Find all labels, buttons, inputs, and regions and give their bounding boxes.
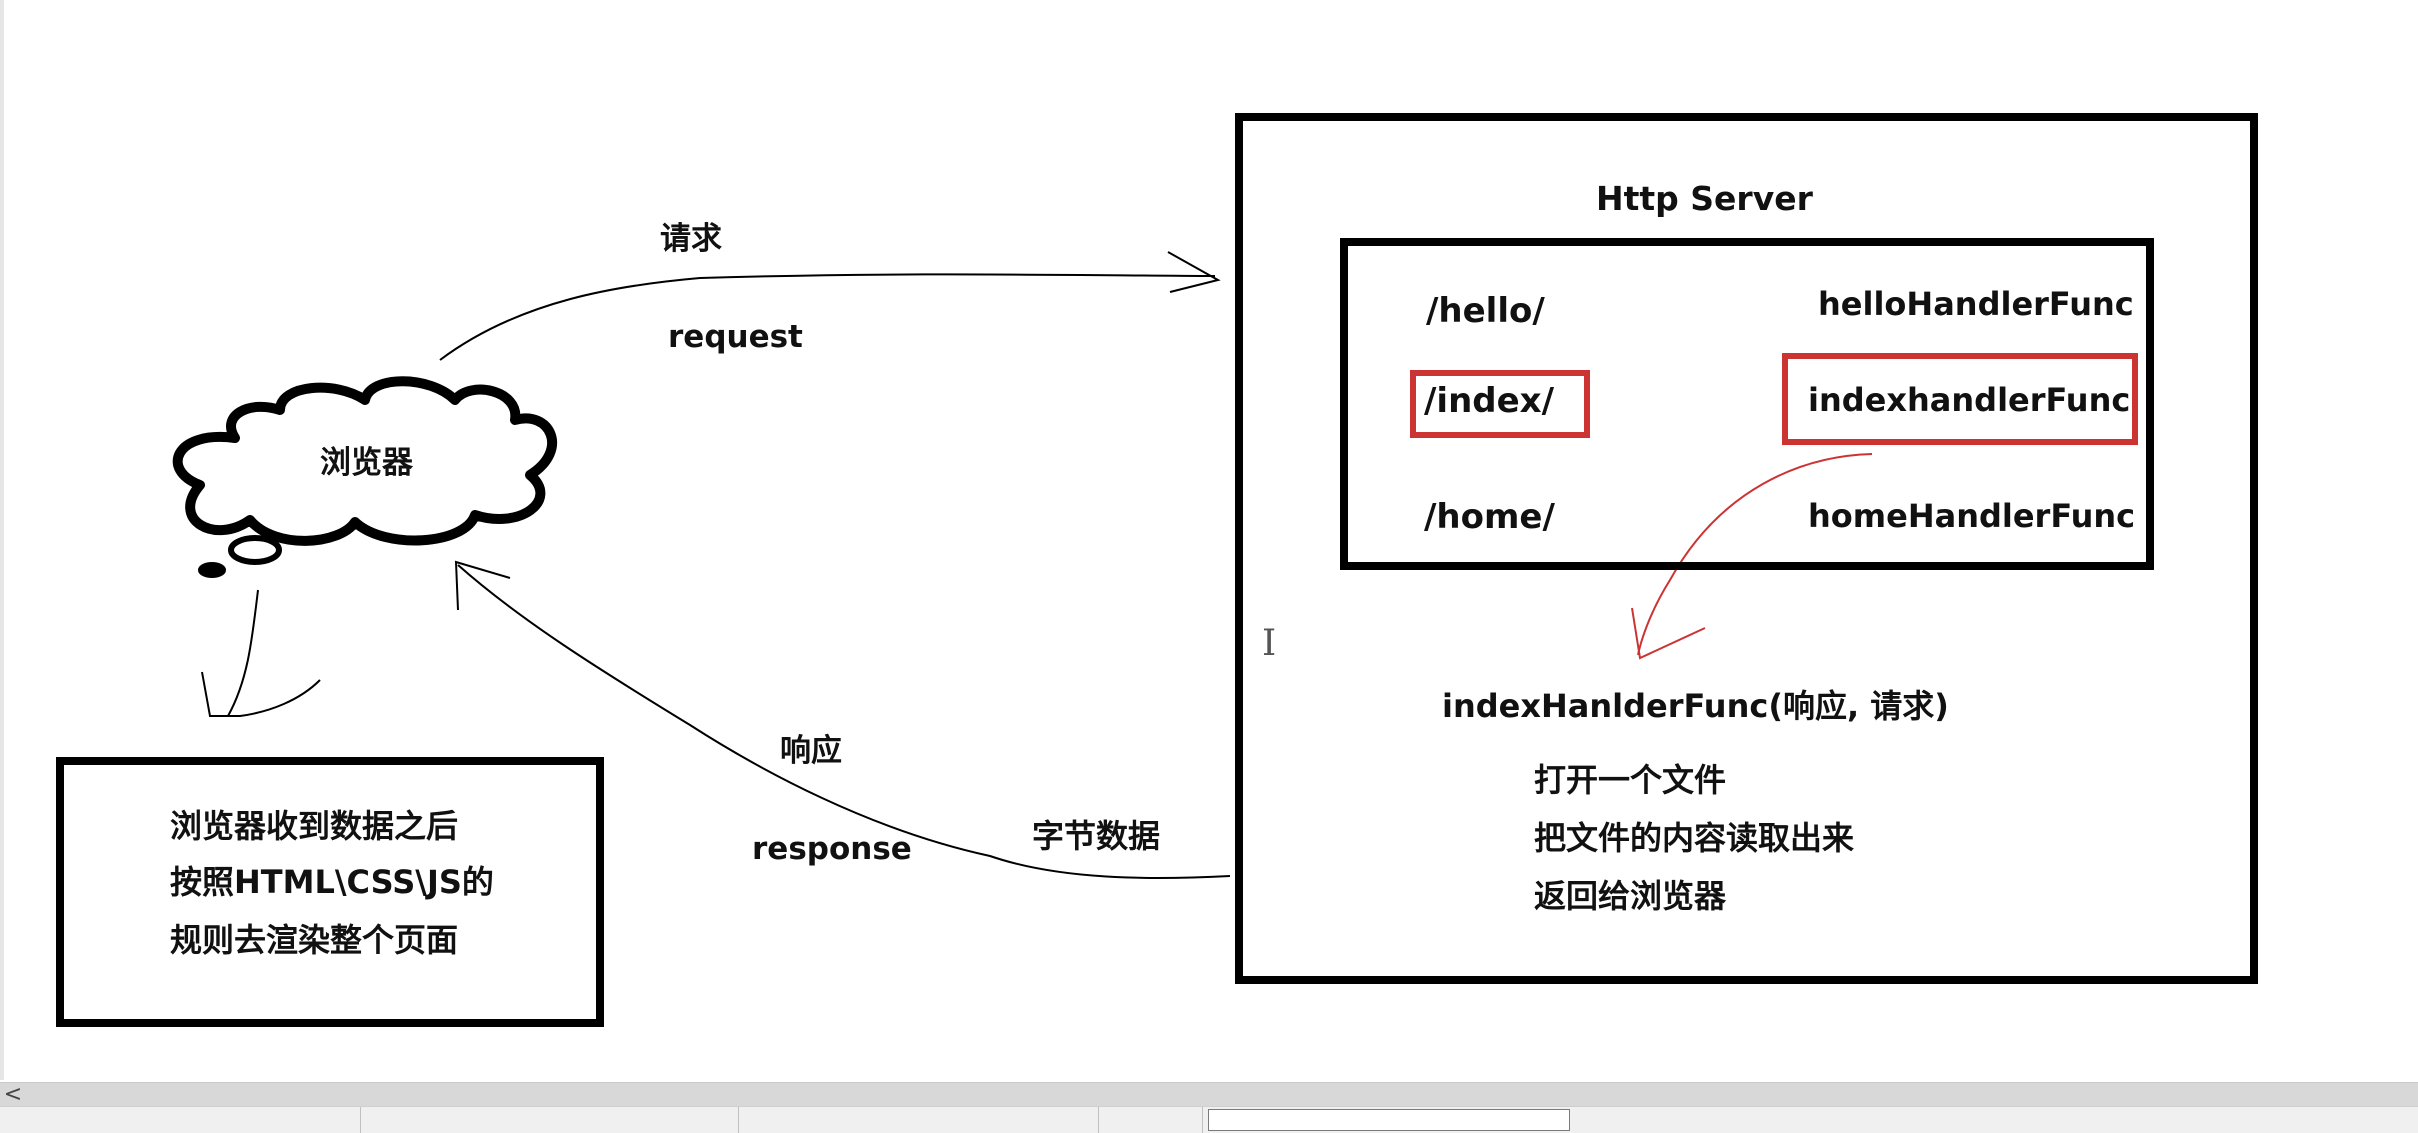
request-arrow bbox=[439, 273, 1216, 361]
handler-step-1: 打开一个文件 bbox=[1534, 761, 1727, 799]
handler-signature: indexHanlderFunc(响应, 请求) bbox=[1442, 687, 1949, 725]
handler-step-2: 把文件的内容读取出来 bbox=[1534, 819, 1855, 857]
scroll-left-icon[interactable]: < bbox=[2, 1083, 24, 1107]
response-label-en: response bbox=[752, 831, 912, 867]
route-path-index: /index/ bbox=[1424, 381, 1555, 421]
cloud-bubble-small bbox=[198, 562, 226, 578]
handler-step-3: 返回给浏览器 bbox=[1534, 877, 1727, 915]
browser-to-note-arrow bbox=[227, 589, 259, 717]
route-handler-hello: helloHandlerFunc bbox=[1818, 285, 2134, 323]
status-cell-file-size bbox=[1094, 1107, 1203, 1133]
response-label-cn: 响应 bbox=[780, 733, 842, 769]
drawing-canvas[interactable]: 请求 request 响应 response 字节数据 浏览器 浏览器收到数据之… bbox=[0, 0, 2418, 1080]
browser-note-line-3: 规则去渲染整个页面 bbox=[170, 921, 459, 959]
request-arrowhead bbox=[1167, 251, 1221, 293]
browser-to-note-arrowhead bbox=[201, 671, 321, 717]
status-cell-selection bbox=[360, 1107, 739, 1133]
http-server-title: Http Server bbox=[1596, 179, 1813, 218]
route-handler-home: homeHandlerFunc bbox=[1808, 497, 2136, 535]
route-handler-index: indexhandlerFunc bbox=[1808, 381, 2131, 419]
horizontal-scrollbar[interactable]: < bbox=[0, 1082, 2418, 1107]
route-path-home: /home/ bbox=[1424, 497, 1555, 537]
zoom-slider-field[interactable] bbox=[1208, 1109, 1570, 1131]
request-label-en: request bbox=[668, 319, 803, 355]
status-cell-image-size bbox=[734, 1107, 1099, 1133]
route-path-hello: /hello/ bbox=[1426, 291, 1545, 331]
request-label-cn: 请求 bbox=[660, 221, 722, 257]
status-cell-cursor-position bbox=[0, 1107, 361, 1133]
browser-note-line-2: 按照HTML\CSS\JS的 bbox=[170, 863, 494, 901]
text-cursor-icon: I bbox=[1262, 623, 1277, 664]
status-bar bbox=[0, 1106, 2418, 1133]
cloud-bubble-large bbox=[228, 535, 282, 565]
browser-note-line-1: 浏览器收到数据之后 bbox=[170, 807, 459, 845]
browser-label: 浏览器 bbox=[320, 445, 413, 481]
bytes-label: 字节数据 bbox=[1032, 817, 1161, 855]
